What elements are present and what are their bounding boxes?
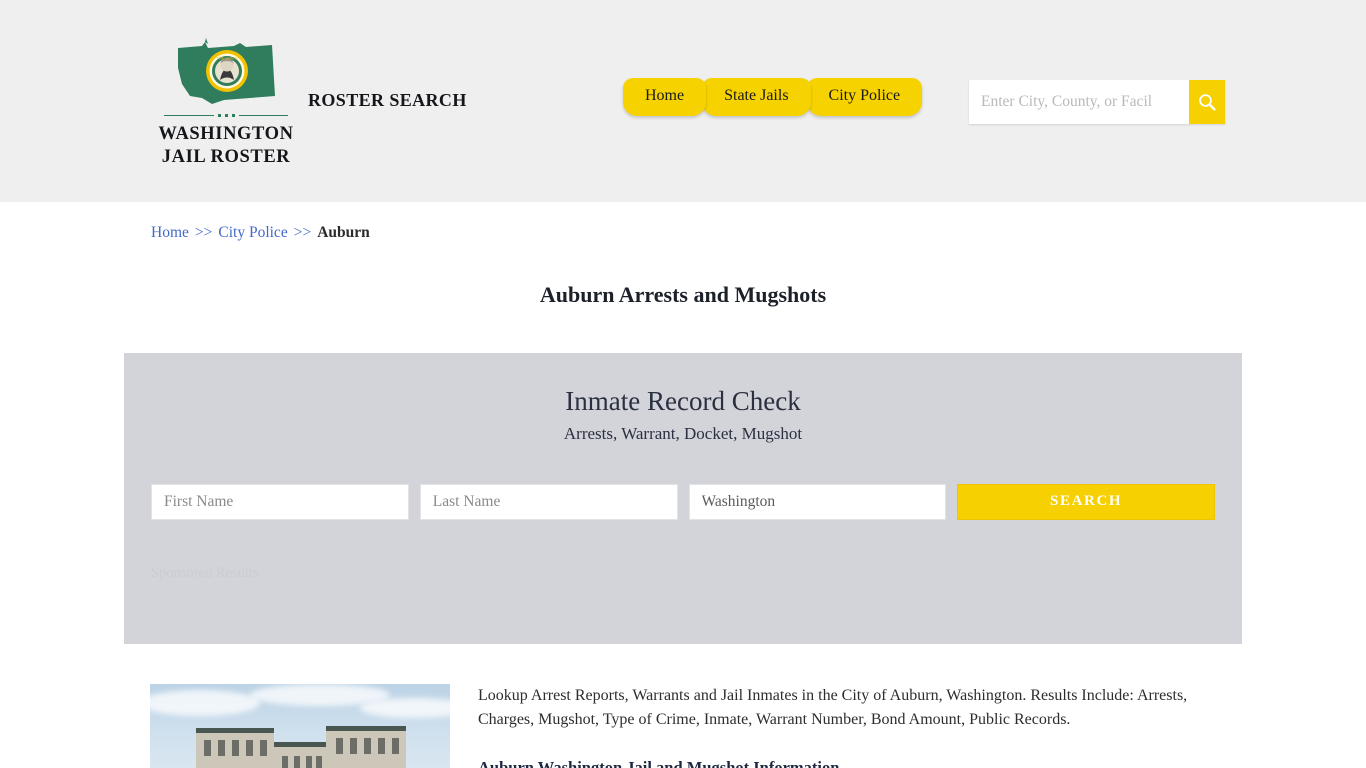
record-check-subtitle: Arrests, Warrant, Docket, Mugshot (563, 423, 803, 443)
logo-line-1: WASHINGTON (158, 124, 294, 144)
record-check-title: Inmate Record Check (565, 386, 801, 416)
breadcrumb-item-home[interactable]: Home (151, 224, 189, 241)
nav-item-state-jails[interactable]: State Jails (702, 78, 811, 116)
page-title: Auburn Arrests and Mugshots (539, 282, 827, 307)
auburn-courthouse-photo (150, 684, 450, 768)
record-check-search-button[interactable]: SEARCH (957, 483, 1215, 520)
logo-line-2: JAIL ROSTER (161, 147, 291, 168)
main-description: Lookup Arrest Reports, Warrants and Jail… (478, 684, 1216, 768)
breadcrumb-separator-1: >> (194, 224, 213, 241)
breadcrumb-item-city-police[interactable]: City Police (218, 224, 287, 241)
search-icon (1199, 94, 1216, 111)
breadcrumb-separator-2: >> (293, 224, 312, 241)
nav-item-city-police[interactable]: City Police (806, 78, 923, 116)
inmate-record-check-panel: Inmate Record Check Arrests, Warrant, Do… (124, 353, 1242, 644)
logo-wordmark: WASHINGTON JAIL ROSTER (151, 123, 301, 169)
search-submit-button[interactable] (1189, 80, 1225, 124)
nav-item-home[interactable]: Home (623, 78, 707, 116)
first-name-input[interactable] (151, 483, 409, 520)
logo-divider (164, 114, 288, 117)
sponsored-results-label: Sponsored Results (151, 564, 259, 581)
breadcrumb-item-current: Auburn (317, 224, 370, 241)
state-select[interactable]: Washington (688, 483, 947, 520)
search-input[interactable] (969, 80, 1189, 124)
site-title: ROSTER SEARCH (308, 90, 467, 110)
header-search (969, 80, 1225, 124)
washington-state-flag-icon: THE STATE (172, 38, 280, 110)
site-logo[interactable]: THE STATE WASHINGTON JAIL ROSTER (151, 38, 301, 169)
last-name-input[interactable] (419, 483, 678, 520)
main-content: Lookup Arrest Reports, Warrants and Jail… (123, 684, 1243, 768)
description-paragraph: Lookup Arrest Reports, Warrants and Jail… (478, 687, 1188, 729)
record-check-form: Washington SEARCH (124, 483, 1242, 520)
page-body: Home >> City Police >> Auburn Auburn Arrests… (123, 202, 1243, 768)
breadcrumb: Home >> City Police >> Auburn (123, 202, 1243, 242)
svg-text:THE STATE: THE STATE (216, 56, 238, 61)
site-header: THE STATE WASHINGTON JAIL ROSTER ROSTER … (0, 0, 1366, 202)
main-navigation: Home State Jails City Police (623, 78, 923, 116)
jail-info-heading: Auburn Washington Jail and Mugshot Infor… (478, 757, 840, 768)
